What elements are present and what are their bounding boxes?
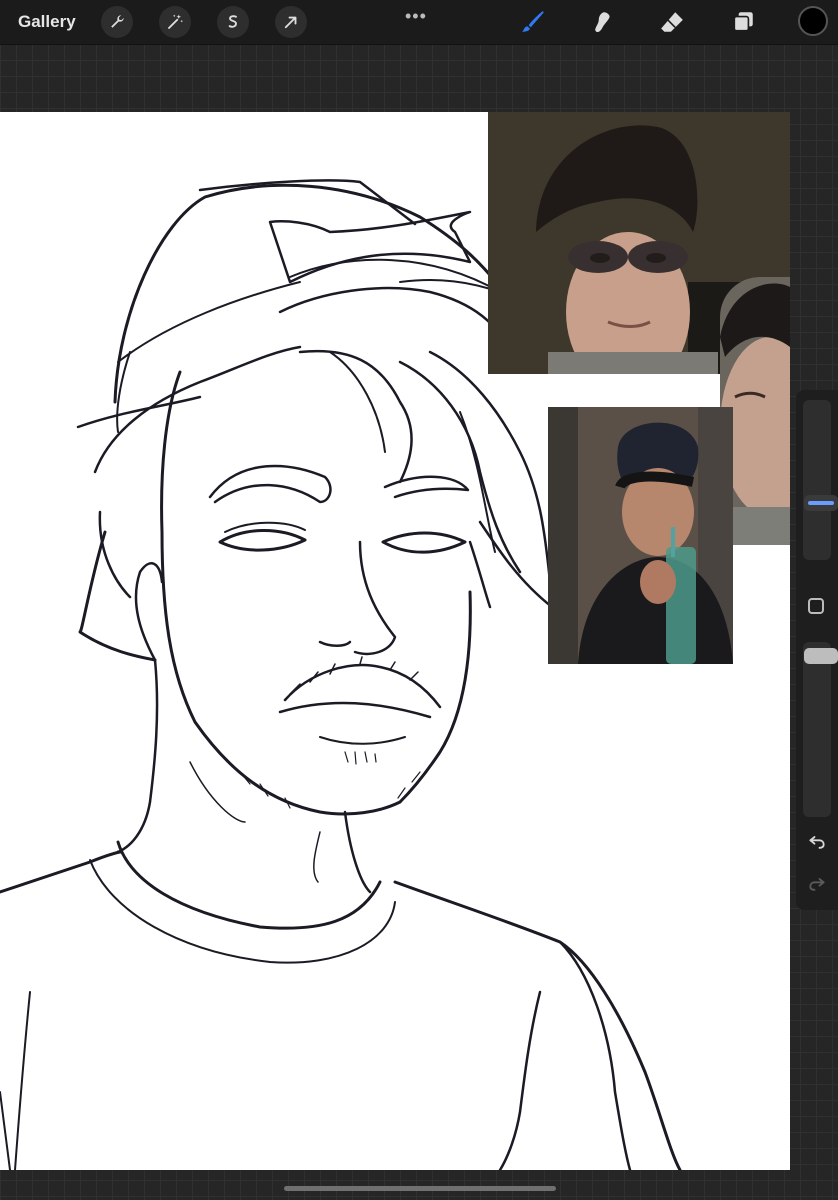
brush-size-indicator [808,501,834,505]
brush-sidebar [796,390,838,910]
opacity-slider[interactable] [803,642,838,817]
undo-icon [809,836,825,849]
eraser-icon [661,12,683,32]
adjustments-button[interactable] [159,6,191,38]
selection-button[interactable] [217,6,249,38]
smudge-tool[interactable] [587,7,617,37]
eraser-tool[interactable] [657,7,687,37]
actions-button[interactable] [101,6,133,38]
brush-icon [522,11,544,32]
eyedropper-modify-button[interactable] [808,598,824,614]
smudge-icon [595,12,610,33]
redo-button[interactable] [805,872,829,896]
opacity-thumb[interactable] [804,648,838,664]
layers-icon [733,12,753,32]
reference-photo-drinking[interactable] [548,407,733,664]
home-indicator[interactable] [284,1186,556,1191]
top-toolbar: Gallery ••• [0,0,838,45]
selection-icon [228,15,237,28]
drawing-canvas[interactable] [0,112,790,1170]
wrench-icon [111,15,124,28]
transform-button[interactable] [275,6,307,38]
more-options-button[interactable]: ••• [405,6,427,27]
brush-size-slider[interactable] [803,400,838,560]
undo-button[interactable] [805,830,829,854]
gallery-button[interactable]: Gallery [18,12,76,32]
brush-tool[interactable] [518,7,548,37]
color-picker-button[interactable] [798,6,828,36]
layers-tool[interactable] [728,7,758,37]
redo-icon [809,878,825,891]
brush-size-thumb[interactable] [804,495,838,511]
transform-arrow-icon [284,16,297,29]
magic-wand-icon [168,14,184,29]
